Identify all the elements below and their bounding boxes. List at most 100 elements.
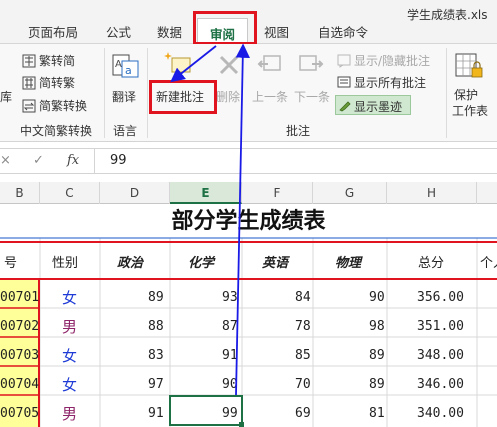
show-hide-comment-label: 显示/隐藏批注 (354, 54, 431, 68)
cell-physics[interactable]: 81 (369, 406, 385, 421)
show-ink-label: 显示墨迹 (354, 100, 403, 114)
previous-comment-icon (257, 55, 281, 71)
column-header-d[interactable]: D (100, 182, 170, 204)
show-all-comments-icon (337, 76, 351, 88)
cell-physics[interactable]: 89 (369, 348, 385, 363)
previous-comment-label: 上一条 (252, 90, 289, 104)
cell-physics[interactable]: 98 (369, 319, 385, 334)
cell-gender[interactable]: 女 (62, 374, 77, 395)
cell-chemistry[interactable]: 91 (222, 348, 238, 363)
ribbon-cut-label: 库 (0, 90, 13, 104)
cell-gender[interactable]: 男 (62, 403, 77, 424)
column-header-b[interactable]: B (0, 182, 40, 204)
delete-comment-label: 删除 (216, 90, 241, 104)
show-all-comments-label: 显示所有批注 (354, 76, 427, 90)
cell-physics[interactable]: 90 (369, 290, 385, 305)
convert-to-traditional-icon (22, 76, 36, 90)
tab-formulas[interactable]: 公式 (106, 22, 131, 42)
protect-label-line1: 保护 (454, 88, 479, 102)
new-comment-icon (164, 52, 191, 78)
column-header-e[interactable]: E (170, 182, 242, 204)
tab-data[interactable]: 数据 (157, 22, 182, 42)
next-comment-button[interactable]: 下一条 (292, 48, 334, 110)
cell-politics[interactable]: 97 (148, 377, 164, 392)
header-rank: 个人 (480, 256, 497, 271)
cell-politics[interactable]: 83 (148, 348, 164, 363)
formula-input[interactable]: 99 (110, 153, 127, 168)
show-hide-comment-icon (337, 54, 351, 68)
cell-chemistry[interactable]: 90 (222, 377, 238, 392)
delete-comment-icon (219, 55, 239, 75)
traditional-to-simplified-label: 繁转简 (39, 54, 76, 68)
translate-label: 翻译 (112, 90, 137, 104)
next-comment-icon (299, 55, 324, 71)
ribbon-separator (446, 48, 447, 138)
cell-politics[interactable]: 89 (148, 290, 164, 305)
cell-english[interactable]: 84 (295, 290, 311, 305)
column-header-row: B C D E F G H (0, 182, 497, 204)
cell-gender[interactable]: 女 (62, 345, 77, 366)
confirm-icon[interactable]: ✓ (33, 153, 44, 168)
cell-english[interactable]: 70 (295, 377, 311, 392)
cell-total[interactable]: 351.00 (417, 319, 464, 334)
cell-total[interactable]: 340.00 (417, 406, 464, 421)
protect-sheet-icon (455, 53, 483, 78)
cell-english[interactable]: 69 (295, 406, 311, 421)
cell-chemistry-selected[interactable]: 99 (222, 406, 238, 421)
tab-view[interactable]: 视图 (264, 22, 289, 42)
cell-id[interactable]: 00702 (0, 319, 39, 334)
column-header-g[interactable]: G (313, 182, 387, 204)
simplified-traditional-convert-label: 简繁转换 (39, 99, 88, 113)
simplified-to-traditional-label: 简转繁 (39, 76, 76, 90)
column-header-h[interactable]: H (387, 182, 477, 204)
new-comment-highlight-box (149, 80, 217, 114)
cell-id[interactable]: 00705 (0, 406, 39, 421)
header-total: 总分 (418, 256, 445, 271)
previous-comment-button[interactable]: 上一条 (248, 48, 292, 110)
column-header-partial[interactable] (477, 182, 497, 204)
comments-group-label: 批注 (286, 124, 311, 138)
cell-total[interactable]: 356.00 (417, 290, 464, 305)
cell-gender[interactable]: 男 (62, 316, 77, 337)
cell-id[interactable]: 00701 (0, 290, 39, 305)
chinese-conversion-group-label: 中文简繁转换 (20, 124, 93, 138)
delete-comment-button[interactable]: 删除 (212, 48, 246, 110)
formula-bar: × ✓ fx 99 (0, 148, 497, 174)
cell-politics[interactable]: 91 (148, 406, 164, 421)
cell-id[interactable]: 00704 (0, 377, 39, 392)
header-gender: 性别 (52, 256, 79, 271)
language-group-label: 语言 (113, 124, 138, 138)
protect-label-line2: 工作表 (452, 104, 489, 118)
cell-id[interactable]: 00703 (0, 348, 39, 363)
cancel-icon[interactable]: × (0, 153, 11, 168)
insert-function-icon[interactable]: fx (67, 153, 79, 168)
header-politics: 政治 (117, 256, 144, 271)
column-header-c[interactable]: C (40, 182, 100, 204)
cell-total[interactable]: 348.00 (417, 348, 464, 363)
ribbon-separator (147, 48, 148, 138)
svg-text:A: A (115, 59, 122, 70)
ribbon-panel: 库 繁转简 简转繁 简繁转换 中文简繁转换 a A 翻译 语言 新建批注 删除 … (0, 44, 497, 142)
translate-button[interactable]: a A 翻译 (108, 50, 144, 110)
sheet-title: 部分学生成绩表 (171, 208, 326, 234)
tab-page-layout[interactable]: 页面布局 (28, 22, 78, 42)
next-comment-label: 下一条 (294, 90, 331, 104)
cell-english[interactable]: 78 (295, 319, 311, 334)
header-chemistry: 化学 (188, 256, 215, 271)
header-english: 英语 (262, 256, 289, 271)
header-id: 号 (4, 256, 18, 271)
tab-custom-commands[interactable]: 自选命令 (318, 22, 368, 42)
cell-politics[interactable]: 88 (148, 319, 164, 334)
convert-to-simplified-icon (22, 54, 36, 68)
protect-sheet-button[interactable]: 保护 工作表 (450, 48, 497, 118)
cell-physics[interactable]: 89 (369, 377, 385, 392)
cell-english[interactable]: 85 (295, 348, 311, 363)
cell-total[interactable]: 346.00 (417, 377, 464, 392)
show-ink-icon (339, 101, 351, 112)
cell-gender[interactable]: 女 (62, 287, 77, 308)
cell-chemistry[interactable]: 87 (222, 319, 238, 334)
svg-text:a: a (125, 64, 132, 77)
show-ink-button[interactable]: 显示墨迹 (335, 95, 411, 115)
column-header-f[interactable]: F (242, 182, 313, 204)
cell-chemistry[interactable]: 93 (222, 290, 238, 305)
